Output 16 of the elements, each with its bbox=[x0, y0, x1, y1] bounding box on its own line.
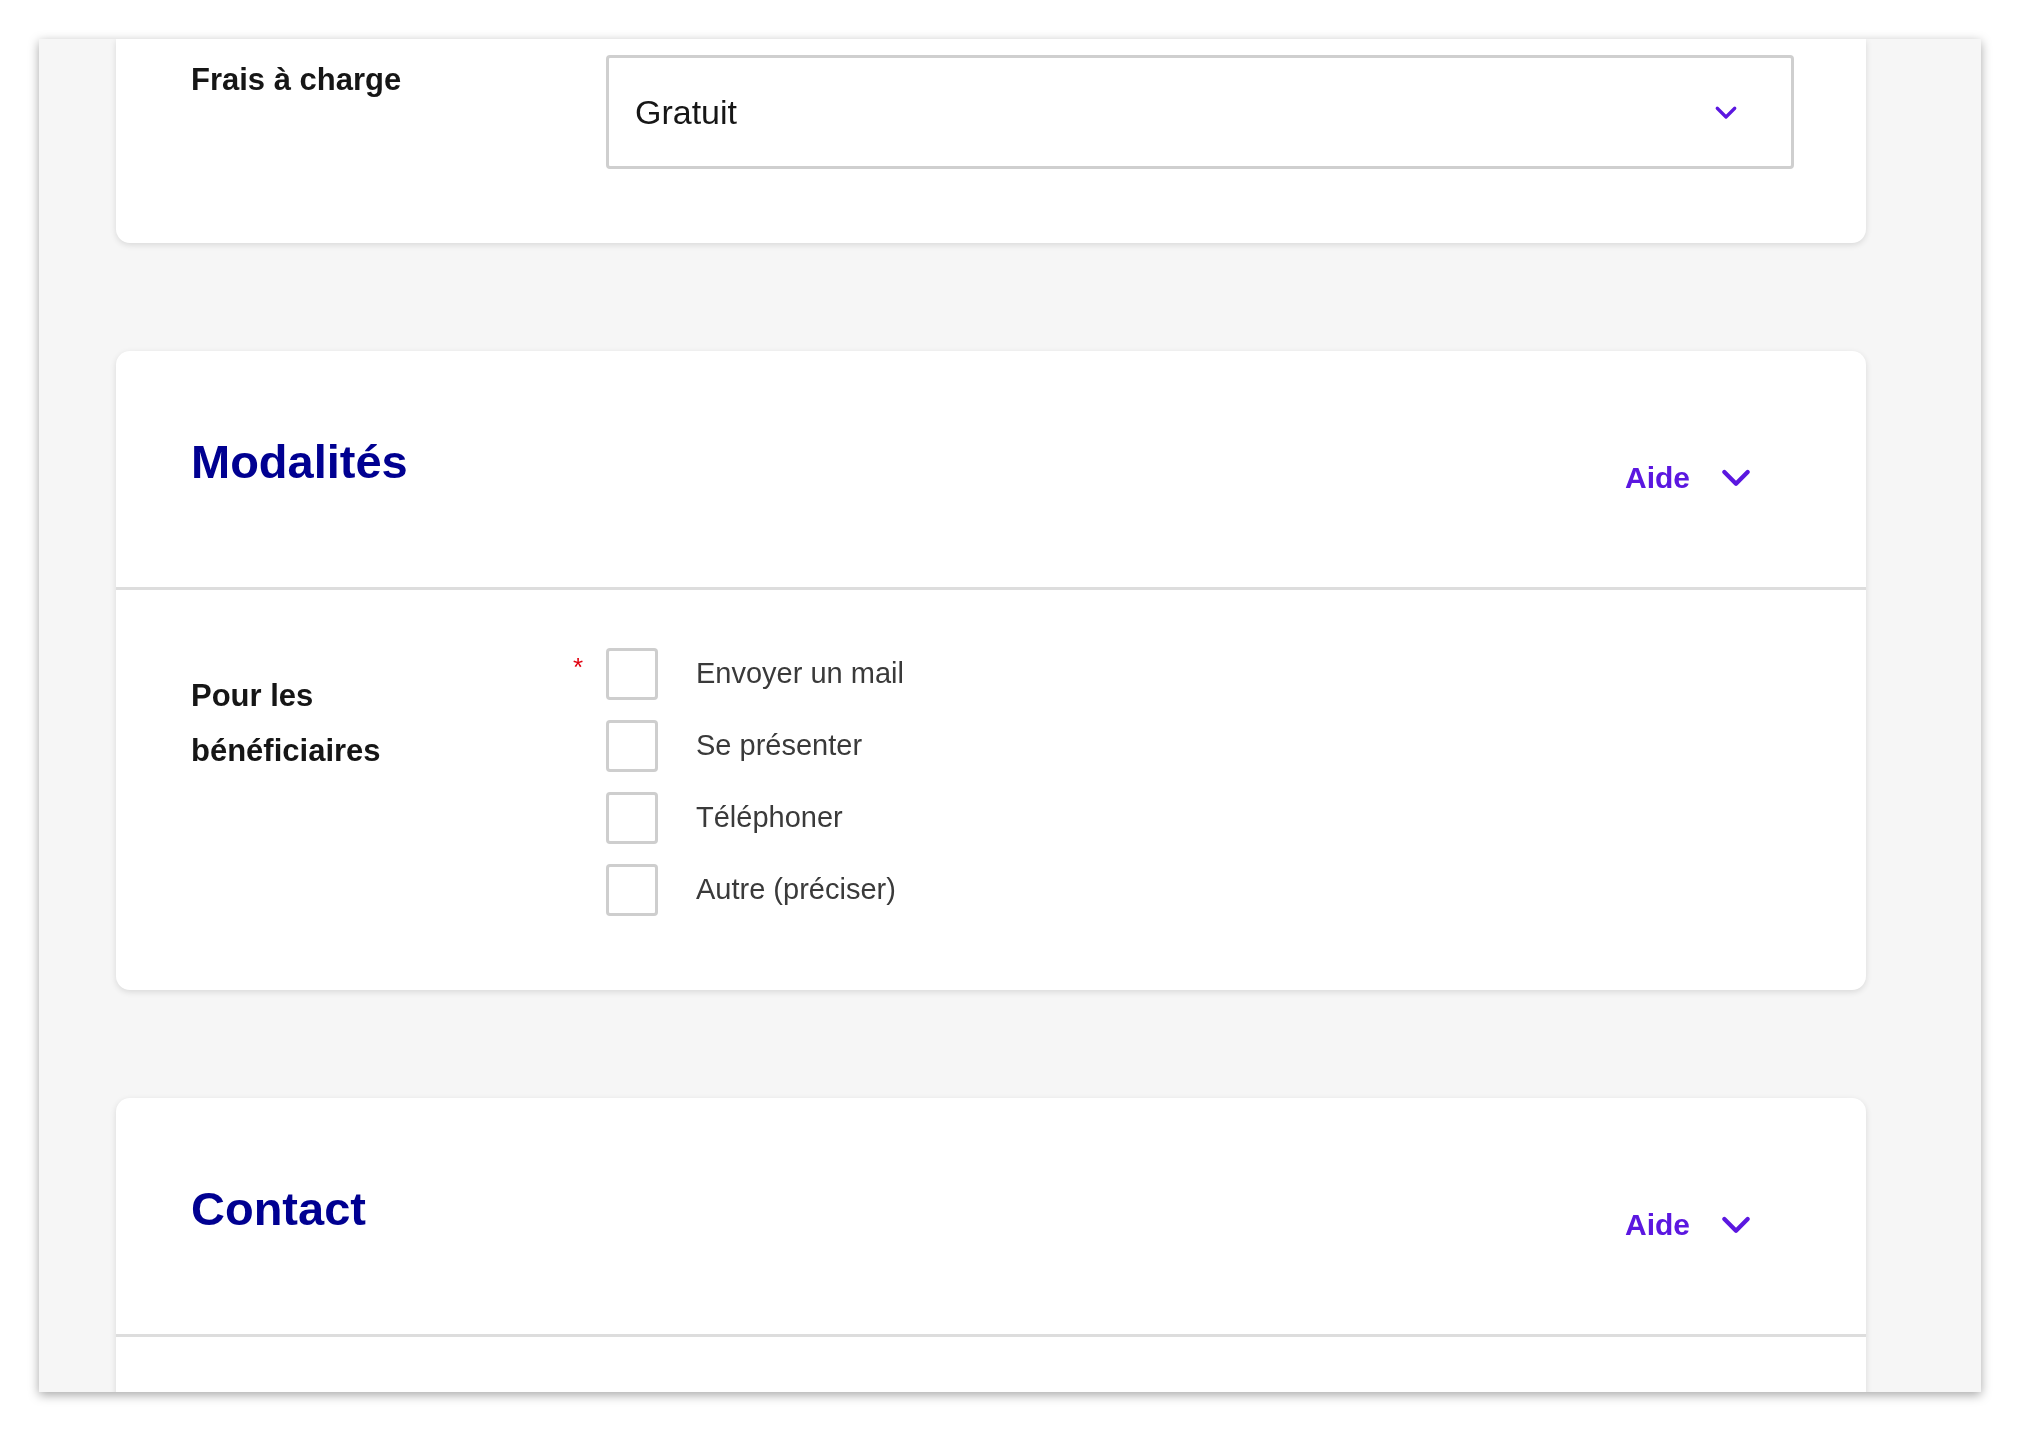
checkbox[interactable] bbox=[606, 648, 658, 700]
select-dropdown[interactable]: Gratuit bbox=[606, 55, 1794, 169]
section-title: Modalités bbox=[191, 433, 408, 490]
option-label: Téléphoner bbox=[696, 800, 843, 836]
field-label: Pour les bénéficiaires bbox=[191, 677, 382, 770]
checkbox[interactable] bbox=[606, 720, 658, 772]
option-label: Envoyer un mail bbox=[696, 656, 904, 692]
option-label: Autre (préciser) bbox=[696, 872, 896, 908]
field-label: Frais à charge bbox=[191, 61, 403, 99]
section-title: Contact bbox=[191, 1180, 366, 1237]
required-asterisk: * bbox=[573, 652, 584, 682]
help-toggle[interactable]: Aide bbox=[1625, 1201, 1756, 1247]
checkbox[interactable] bbox=[606, 792, 658, 844]
help-toggle[interactable]: Aide bbox=[1625, 454, 1756, 500]
option-label: Se présenter bbox=[696, 728, 863, 764]
checkbox[interactable] bbox=[606, 864, 658, 916]
